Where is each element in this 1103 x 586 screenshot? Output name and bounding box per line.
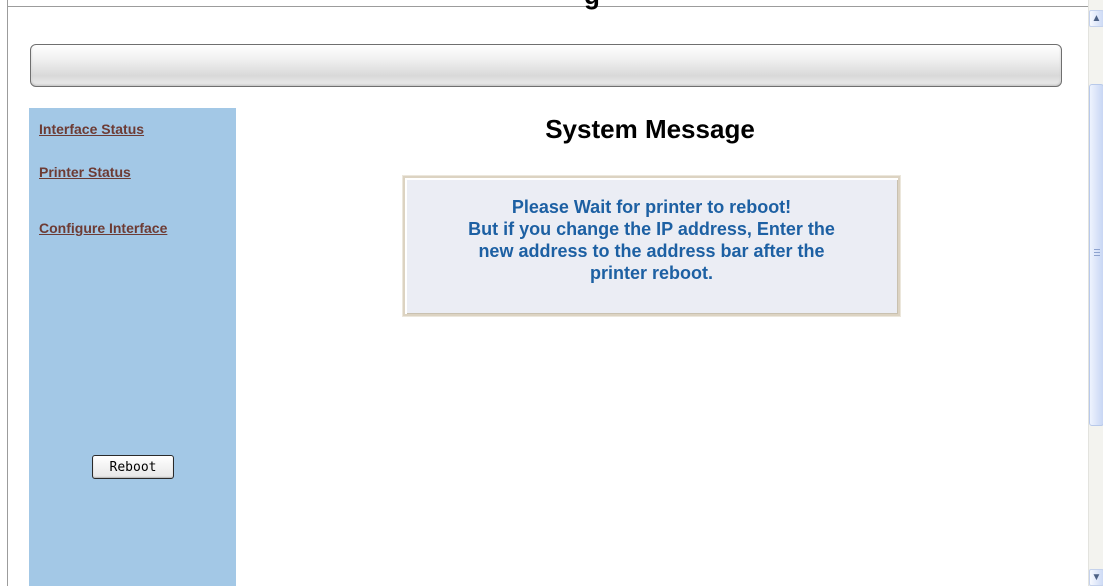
system-message-text: Please Wait for printer to reboot! But i… xyxy=(405,196,898,284)
chevron-down-icon[interactable]: ▼ xyxy=(1089,569,1103,586)
vertical-scrollbar[interactable]: ▲ ▼ xyxy=(1088,0,1103,586)
system-message-box: Please Wait for printer to reboot! But i… xyxy=(402,175,901,317)
message-line-1: Please Wait for printer to reboot! xyxy=(511,197,792,217)
message-line-2: But if you change the IP address, Enter … xyxy=(468,219,835,239)
sidebar: Interface Status Printer Status Configur… xyxy=(29,108,236,586)
header-title-partial: g xyxy=(584,0,600,8)
browser-viewport: g Interface Status Printer Status Config… xyxy=(0,0,1103,586)
sidebar-link-printer-status[interactable]: Printer Status xyxy=(39,164,131,180)
header-banner-bar xyxy=(30,44,1062,87)
frame-border-top xyxy=(7,6,1088,7)
sidebar-link-interface-status[interactable]: Interface Status xyxy=(39,121,144,137)
scrollbar-thumb[interactable] xyxy=(1089,84,1103,426)
page-title: System Message xyxy=(545,114,755,144)
chevron-up-icon[interactable]: ▲ xyxy=(1089,10,1103,27)
sidebar-link-configure-interface[interactable]: Configure Interface xyxy=(39,220,167,236)
reboot-button[interactable]: Reboot xyxy=(92,455,174,479)
frame-border-left xyxy=(7,0,8,586)
message-line-4: printer reboot. xyxy=(589,263,713,283)
scrollbar-grip-icon xyxy=(1094,249,1100,257)
message-line-3: new address to the address bar after the xyxy=(478,241,825,261)
